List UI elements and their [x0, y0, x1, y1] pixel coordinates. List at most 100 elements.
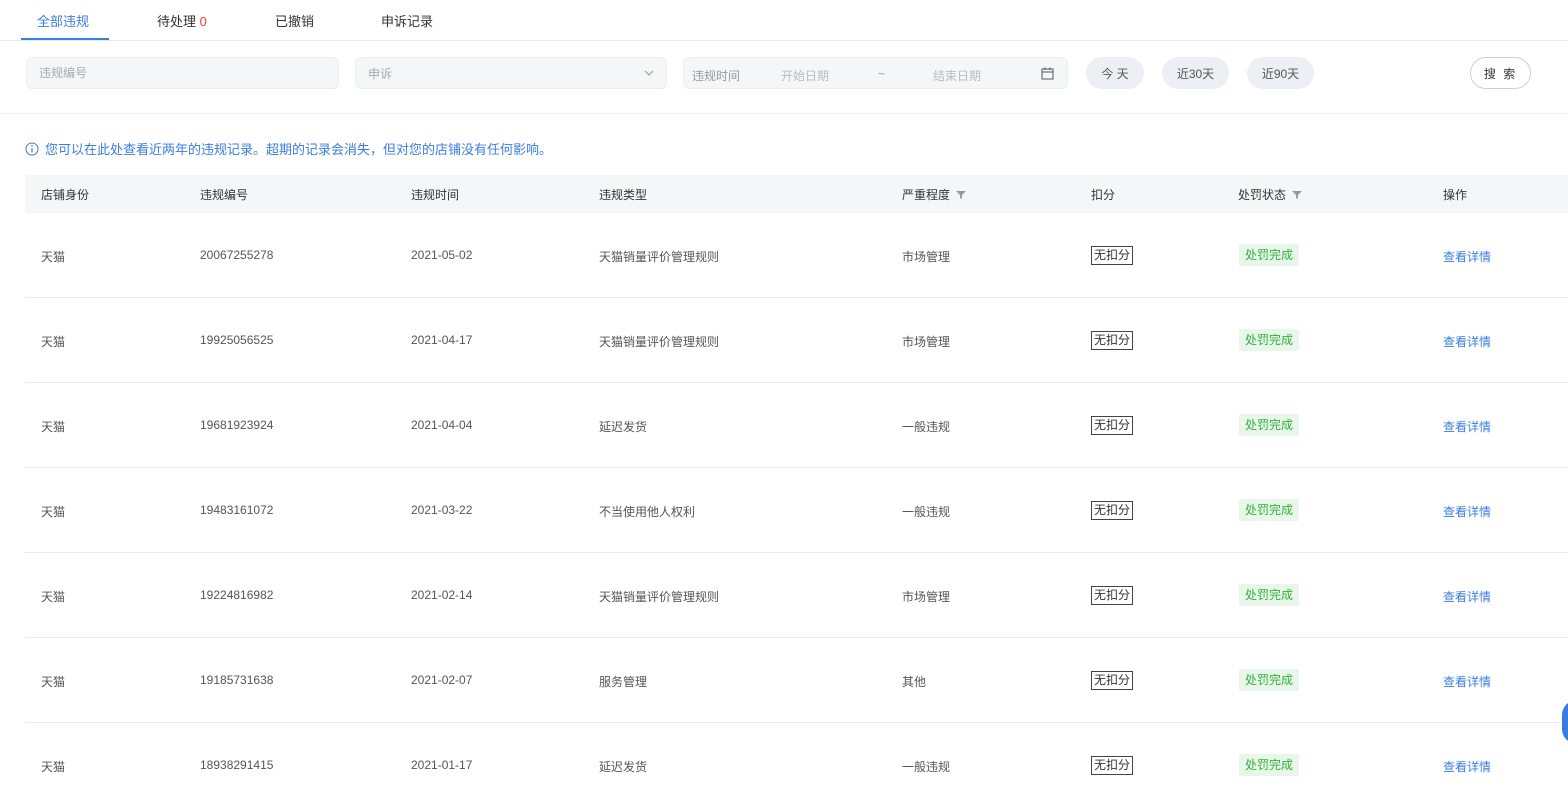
info-notice: 您可以在此处查看近两年的违规记录。超期的记录会消失，但对您的店铺没有任何影响。 [25, 139, 552, 158]
status-badge: 处罚完成 [1239, 414, 1300, 436]
cell-violation-number: 20067255278 [200, 248, 274, 262]
cell-violation-time: 2021-04-04 [411, 418, 473, 432]
cell-shop: 天猫 [41, 250, 66, 264]
score-tag: 无扣分 [1091, 671, 1134, 690]
score-tag: 无扣分 [1091, 331, 1134, 350]
cell-violation-number: 19925056525 [200, 333, 274, 347]
score-tag: 无扣分 [1091, 416, 1134, 435]
view-details-link[interactable]: 查看详情 [1443, 248, 1491, 265]
score-tag: 无扣分 [1091, 501, 1134, 520]
chevron-down-icon [644, 70, 654, 76]
last-90-days-button[interactable]: 近90天 [1247, 57, 1314, 89]
violation-number-field[interactable] [26, 57, 339, 89]
score-tag: 无扣分 [1091, 756, 1134, 775]
status-badge: 处罚完成 [1239, 499, 1300, 521]
cell-severity: 一般违规 [902, 420, 951, 434]
tab-all-violations[interactable]: 全部违规 [37, 11, 89, 30]
violation-date-range[interactable]: 违规时间 开始日期 ~ 结束日期 [683, 57, 1068, 89]
view-details-link[interactable]: 查看详情 [1443, 503, 1491, 520]
table-header: 店铺身份 违规编号 违规时间 违规类型 严重程度 扣分 处罚状态 操作 [25, 175, 1568, 213]
cell-violation-type: 天猫销量评价管理规则 [599, 335, 720, 349]
cell-violation-number: 19224816982 [200, 588, 274, 602]
header-severity-label: 严重程度 [902, 188, 951, 202]
table-body: 天猫 20067255278 2021-05-02 天猫销量评价管理规则 市场管… [25, 213, 1568, 795]
table-row: 天猫 18938291415 2021-01-17 延迟发货 一般违规 无扣分 … [25, 723, 1568, 795]
cell-severity: 市场管理 [902, 250, 951, 264]
status-badge: 处罚完成 [1239, 584, 1300, 606]
tab-appeal-records[interactable]: 申诉记录 [381, 11, 433, 30]
cell-violation-number: 19681923924 [200, 418, 274, 432]
cell-shop: 天猫 [41, 675, 66, 689]
cell-severity: 其他 [902, 675, 927, 689]
tab-bar: 全部违规 待处理 0 已撤销 申诉记录 [0, 0, 1568, 41]
end-date-input[interactable]: 结束日期 [933, 67, 981, 84]
header-violation-number: 违规编号 [200, 188, 249, 202]
tab-revoked[interactable]: 已撤销 [275, 11, 314, 30]
cell-violation-time: 2021-01-17 [411, 758, 473, 772]
tab-pending[interactable]: 待处理 0 [157, 11, 207, 30]
cell-violation-type: 延迟发货 [599, 420, 648, 434]
start-date-input[interactable]: 开始日期 [781, 67, 829, 84]
tab-pending-label: 待处理 [157, 14, 197, 29]
cell-violation-type: 服务管理 [599, 675, 648, 689]
active-tab-indicator [21, 38, 109, 40]
cell-violation-time: 2021-02-14 [411, 588, 473, 602]
cell-violation-time: 2021-04-17 [411, 333, 473, 347]
status-badge: 处罚完成 [1239, 754, 1300, 776]
notice-text: 您可以在此处查看近两年的违规记录。超期的记录会消失，但对您的店铺没有任何影响。 [45, 142, 553, 157]
view-details-link[interactable]: 查看详情 [1443, 418, 1491, 435]
violation-number-input[interactable] [39, 66, 338, 80]
cell-violation-type: 不当使用他人权利 [599, 505, 696, 519]
calendar-icon[interactable] [1041, 67, 1054, 80]
pending-count-badge: 0 [199, 14, 207, 29]
score-tag: 无扣分 [1091, 246, 1134, 265]
header-penalty-status: 处罚状态 [1238, 186, 1303, 203]
cell-severity: 一般违规 [902, 760, 951, 774]
info-icon [25, 142, 39, 155]
date-range-label: 违规时间 [692, 69, 741, 83]
cell-violation-time: 2021-02-07 [411, 673, 473, 687]
filter-icon[interactable] [1292, 190, 1303, 200]
cell-shop: 天猫 [41, 590, 66, 604]
table-row: 天猫 19224816982 2021-02-14 天猫销量评价管理规则 市场管… [25, 553, 1568, 638]
today-button[interactable]: 今 天 [1086, 57, 1144, 89]
header-severity: 严重程度 [902, 186, 967, 203]
view-details-link[interactable]: 查看详情 [1443, 333, 1491, 350]
table-row: 天猫 19681923924 2021-04-04 延迟发货 一般违规 无扣分 … [25, 383, 1568, 468]
filter-bar: 申诉 违规时间 开始日期 ~ 结束日期 今 天 近30天 近90天 搜 索 [0, 56, 1568, 114]
header-score: 扣分 [1091, 188, 1116, 202]
header-penalty-status-label: 处罚状态 [1238, 188, 1287, 202]
violations-table: 店铺身份 违规编号 违规时间 违规类型 严重程度 扣分 处罚状态 操作 天猫 2… [25, 175, 1568, 795]
cell-shop: 天猫 [41, 760, 66, 774]
cell-shop: 天猫 [41, 420, 66, 434]
view-details-link[interactable]: 查看详情 [1443, 758, 1491, 775]
cell-violation-number: 19483161072 [200, 503, 274, 517]
filter-icon[interactable] [956, 190, 967, 200]
cell-severity: 一般违规 [902, 505, 951, 519]
cell-violation-time: 2021-03-22 [411, 503, 473, 517]
header-actions: 操作 [1443, 188, 1468, 202]
cell-violation-type: 天猫销量评价管理规则 [599, 250, 720, 264]
header-violation-type: 违规类型 [599, 188, 648, 202]
cell-shop: 天猫 [41, 505, 66, 519]
cell-violation-type: 天猫销量评价管理规则 [599, 590, 720, 604]
table-row: 天猫 20067255278 2021-05-02 天猫销量评价管理规则 市场管… [25, 213, 1568, 298]
header-shop-identity: 店铺身份 [41, 188, 90, 202]
cell-shop: 天猫 [41, 335, 66, 349]
cell-severity: 市场管理 [902, 335, 951, 349]
view-details-link[interactable]: 查看详情 [1443, 673, 1491, 690]
date-separator: ~ [878, 67, 886, 81]
search-button[interactable]: 搜 索 [1470, 57, 1531, 89]
table-row: 天猫 19483161072 2021-03-22 不当使用他人权利 一般违规 … [25, 468, 1568, 553]
last-30-days-button[interactable]: 近30天 [1162, 57, 1229, 89]
table-row: 天猫 19185731638 2021-02-07 服务管理 其他 无扣分 处罚… [25, 638, 1568, 723]
header-violation-time: 违规时间 [411, 188, 460, 202]
appeal-select-value: 申诉 [368, 66, 393, 81]
appeal-select[interactable]: 申诉 [355, 57, 667, 89]
cell-violation-type: 延迟发货 [599, 760, 648, 774]
score-tag: 无扣分 [1091, 586, 1134, 605]
view-details-link[interactable]: 查看详情 [1443, 588, 1491, 605]
cell-violation-time: 2021-05-02 [411, 248, 473, 262]
status-badge: 处罚完成 [1239, 329, 1300, 351]
cell-severity: 市场管理 [902, 590, 951, 604]
